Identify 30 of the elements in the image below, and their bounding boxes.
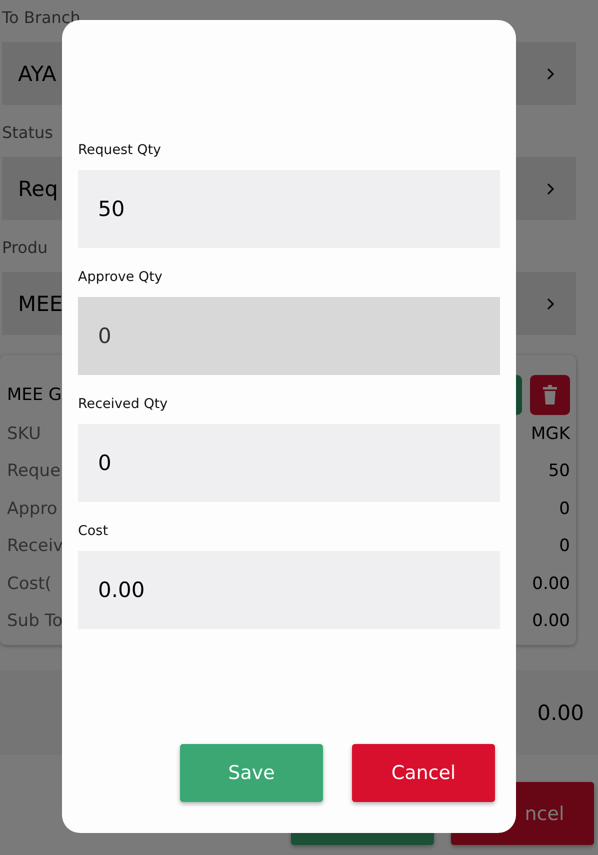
row-value: 0.00 [532, 611, 570, 632]
field-label: Cost [78, 522, 110, 541]
row-value: 0 [559, 498, 570, 519]
chevron-right-icon [546, 66, 556, 80]
input-field[interactable]: 0 [78, 424, 500, 502]
field-label: Produ [2, 237, 49, 259]
input-field[interactable]: 0.00 [78, 551, 500, 629]
row-label: Reque [7, 461, 61, 482]
total-value: 0.00 [537, 700, 584, 724]
delete-button[interactable] [530, 375, 570, 415]
row-value: 0.00 [532, 574, 570, 594]
row-value: 50 [548, 461, 570, 482]
field-label: Approve Qty [78, 268, 164, 287]
row-label: Sub To [7, 611, 63, 632]
item-title: MEE G [7, 385, 62, 405]
row-label: Cost( [7, 574, 52, 594]
row-label: Appro [7, 498, 58, 519]
chevron-right-icon [546, 182, 556, 196]
field-label: To Branch [2, 7, 82, 29]
row-value: 0 [559, 536, 570, 556]
chevron-right-icon [546, 296, 556, 310]
trash-icon [542, 385, 558, 405]
dialog-button[interactable]: Cancel [352, 744, 495, 802]
row-label: Receiv [7, 536, 64, 556]
field-label: Status [2, 122, 54, 144]
field-label: Received Qty [78, 395, 169, 414]
field-label: Request Qty [78, 141, 162, 160]
input-field[interactable]: 50 [78, 170, 500, 248]
row-value: MGK [531, 424, 570, 444]
row-label: SKU [7, 424, 41, 444]
